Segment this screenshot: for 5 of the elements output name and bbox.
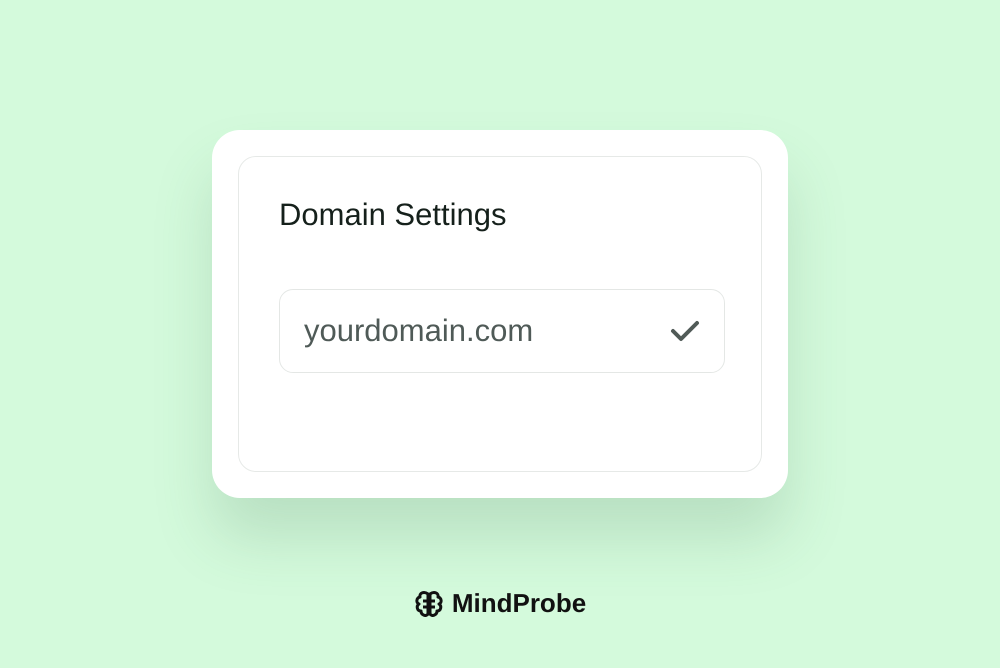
domain-input[interactable]: yourdomain.com	[304, 308, 670, 354]
brain-icon	[414, 590, 444, 618]
panel-title: Domain Settings	[279, 196, 508, 234]
brand-name: MindProbe	[452, 587, 586, 620]
domain-field[interactable]: yourdomain.com	[279, 289, 725, 373]
